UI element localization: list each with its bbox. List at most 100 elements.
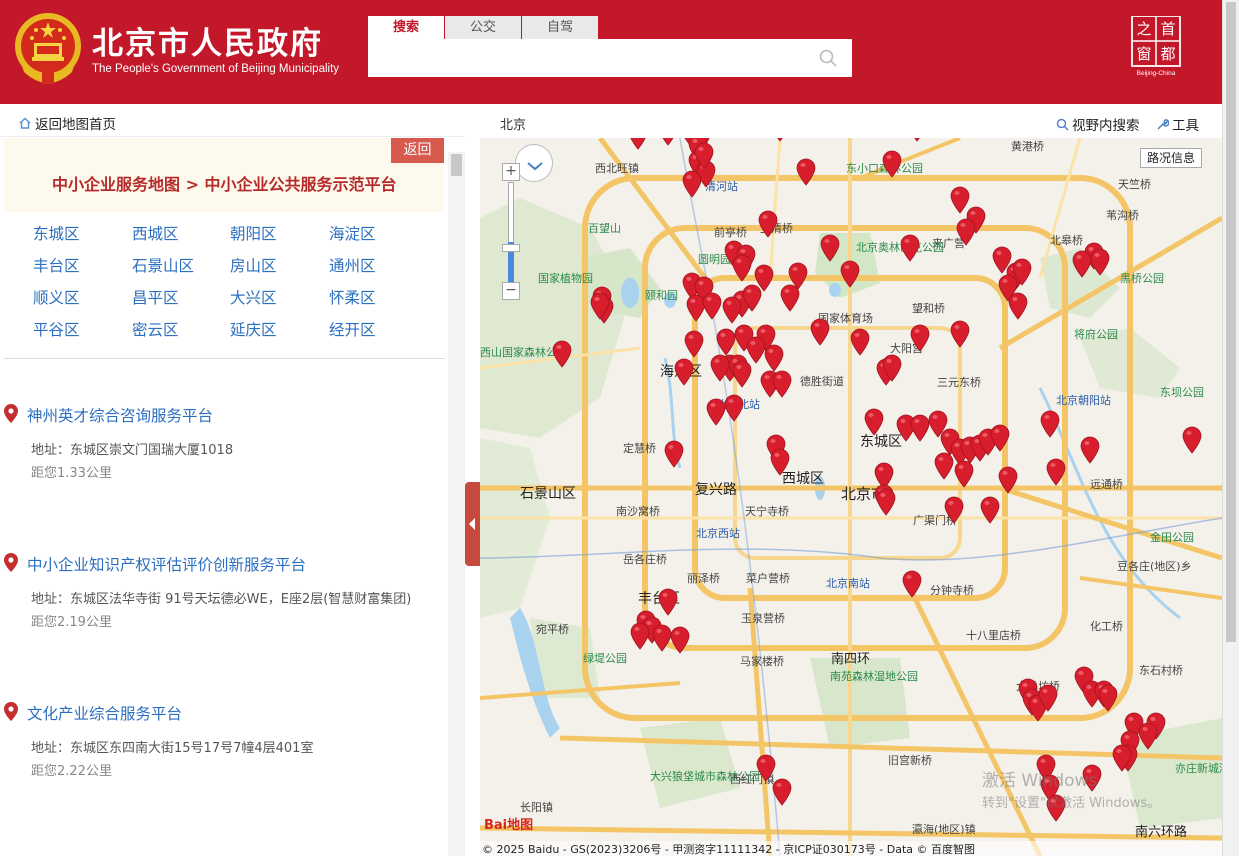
site-title-cn[interactable]: 北京市人民政府 — [92, 18, 323, 63]
map-marker-icon[interactable] — [934, 452, 954, 480]
district-link[interactable]: 怀柔区 — [329, 288, 428, 309]
search-input[interactable] — [368, 39, 808, 77]
map-marker-icon[interactable] — [764, 344, 784, 372]
map-marker-icon[interactable] — [1072, 250, 1092, 278]
tools-button[interactable]: 工具 — [1156, 114, 1199, 134]
map-marker-icon[interactable] — [950, 320, 970, 348]
map-marker-icon[interactable] — [658, 138, 678, 146]
map-marker-icon[interactable] — [864, 408, 884, 436]
map-marker-icon[interactable] — [907, 138, 927, 142]
map-marker-icon[interactable] — [1182, 426, 1202, 454]
map-marker-icon[interactable] — [1138, 722, 1158, 750]
map-marker-icon[interactable] — [882, 354, 902, 382]
map-marker-icon[interactable] — [732, 254, 752, 282]
map-marker-icon[interactable] — [674, 358, 694, 386]
result-name[interactable]: 中小企业知识产权评估评价创新服务平台 — [27, 553, 306, 575]
map-marker-icon[interactable] — [590, 292, 610, 320]
tab-drive[interactable]: 自驾 — [522, 16, 599, 40]
zoom-in-button[interactable]: + — [502, 163, 520, 181]
map-marker-icon[interactable] — [944, 496, 964, 524]
district-link[interactable]: 平谷区 — [33, 320, 132, 341]
map-marker-icon[interactable] — [980, 496, 1000, 524]
district-link[interactable]: 西城区 — [132, 224, 230, 245]
back-button[interactable]: 返回 — [391, 138, 444, 163]
map-marker-icon[interactable] — [1046, 458, 1066, 486]
district-link[interactable]: 房山区 — [230, 256, 329, 277]
result-name[interactable]: 文化产业综合服务平台 — [27, 702, 182, 724]
map-marker-icon[interactable] — [664, 440, 684, 468]
map-marker-icon[interactable] — [1112, 744, 1132, 772]
map-marker-icon[interactable] — [820, 234, 840, 262]
baidu-map-logo[interactable]: Bai地图 — [484, 814, 533, 833]
map-marker-icon[interactable] — [850, 328, 870, 356]
page-scrollbar[interactable] — [1222, 0, 1239, 856]
tab-search[interactable]: 搜索 — [368, 16, 445, 40]
district-link[interactable]: 朝阳区 — [230, 224, 329, 245]
pan-control[interactable] — [515, 144, 553, 182]
map-marker-icon[interactable] — [724, 394, 744, 422]
map-canvas[interactable]: 西北旺镇 清河站 百望山 前亭桥 上清桥 东小口森林公园 黄港桥 天竺桥 苇沟桥… — [480, 138, 1222, 856]
map-marker-icon[interactable] — [902, 570, 922, 598]
tab-bus[interactable]: 公交 — [445, 16, 522, 40]
panel-scrollbar[interactable] — [448, 152, 465, 856]
map-marker-icon[interactable] — [694, 142, 714, 170]
map-marker-icon[interactable] — [840, 260, 860, 288]
district-link[interactable]: 海淀区 — [329, 224, 428, 245]
map-marker-icon[interactable] — [758, 210, 778, 238]
district-link[interactable]: 大兴区 — [230, 288, 329, 309]
back-to-map-home-link[interactable]: 返回地图首页 — [18, 113, 116, 133]
district-link[interactable]: 东城区 — [33, 224, 132, 245]
map-marker-icon[interactable] — [882, 150, 902, 178]
district-link[interactable]: 顺义区 — [33, 288, 132, 309]
map-marker-icon[interactable] — [742, 284, 762, 312]
map-marker-icon[interactable] — [954, 460, 974, 488]
map-marker-icon[interactable] — [710, 354, 730, 382]
map-marker-icon[interactable] — [772, 370, 792, 398]
map-marker-icon[interactable] — [1080, 436, 1100, 464]
map-marker-icon[interactable] — [910, 414, 930, 442]
map-marker-icon[interactable] — [670, 626, 690, 654]
zoom-slider-thumb[interactable] — [502, 244, 520, 252]
map-marker-icon[interactable] — [702, 292, 722, 320]
map-marker-icon[interactable] — [1038, 684, 1058, 712]
map-marker-icon[interactable] — [630, 622, 650, 650]
map-marker-icon[interactable] — [1040, 410, 1060, 438]
collapse-panel-button[interactable] — [465, 482, 480, 566]
result-name[interactable]: 神州英才综合咨询服务平台 — [27, 404, 213, 426]
map-marker-icon[interactable] — [684, 330, 704, 358]
district-link[interactable]: 经开区 — [329, 320, 428, 341]
map-marker-icon[interactable] — [876, 488, 896, 516]
map-marker-icon[interactable] — [1090, 248, 1110, 276]
district-link[interactable]: 通州区 — [329, 256, 428, 277]
capital-window-logo[interactable]: 首 都 之 窗 Beijing-China — [1128, 16, 1184, 78]
district-link[interactable]: 昌平区 — [132, 288, 230, 309]
map-marker-icon[interactable] — [732, 360, 752, 388]
map-marker-icon[interactable] — [810, 318, 830, 346]
district-link[interactable]: 密云区 — [132, 320, 230, 341]
map-marker-icon[interactable] — [722, 296, 742, 324]
site-title-en[interactable]: The People's Government of Beijing Munic… — [92, 63, 339, 75]
map-marker-icon[interactable] — [552, 340, 572, 368]
map-marker-icon[interactable] — [770, 138, 790, 142]
district-link[interactable]: 延庆区 — [230, 320, 329, 341]
zoom-out-button[interactable]: − — [502, 282, 520, 300]
map-marker-icon[interactable] — [772, 778, 792, 806]
map-marker-icon[interactable] — [1008, 292, 1028, 320]
map-city[interactable]: 北京 — [500, 114, 526, 133]
map-marker-icon[interactable] — [788, 262, 808, 290]
map-marker-icon[interactable] — [652, 624, 672, 652]
map-marker-icon[interactable] — [998, 466, 1018, 494]
view-search-button[interactable]: 视野内搜索 — [1056, 114, 1140, 134]
map-marker-icon[interactable] — [716, 328, 736, 356]
map-marker-icon[interactable] — [770, 448, 790, 476]
district-link[interactable]: 丰台区 — [33, 256, 132, 277]
map-marker-icon[interactable] — [682, 170, 702, 198]
traffic-info-button[interactable]: 路况信息 — [1140, 148, 1203, 168]
map-marker-icon[interactable] — [900, 234, 920, 262]
map-marker-icon[interactable] — [990, 424, 1010, 452]
map-marker-icon[interactable] — [956, 218, 976, 246]
district-link[interactable]: 石景山区 — [132, 256, 230, 277]
map-marker-icon[interactable] — [796, 158, 816, 186]
map-marker-icon[interactable] — [658, 588, 678, 616]
map-marker-icon[interactable] — [1098, 684, 1118, 712]
